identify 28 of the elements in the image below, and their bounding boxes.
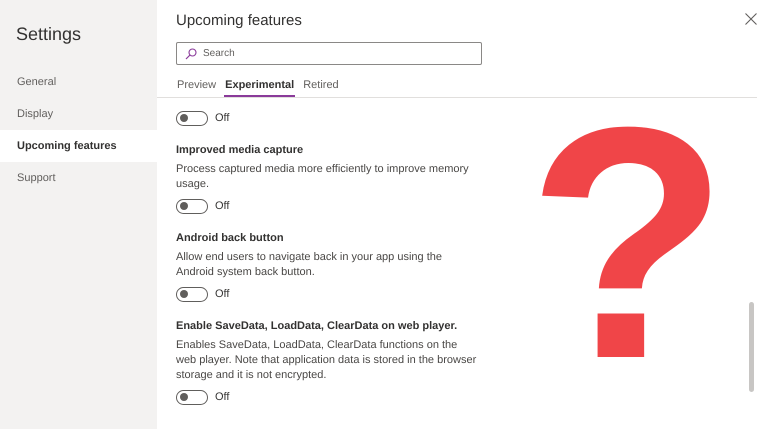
feature-title: Android back button <box>176 232 285 244</box>
scrollbar[interactable] <box>749 302 754 392</box>
sidebar-item[interactable]: Support <box>0 162 157 194</box>
feature-description: Allow end users to navigate back in your app using the Android system back button. <box>176 250 443 280</box>
feature-title: Enable SaveData, LoadData, ClearData on web player. <box>176 320 458 332</box>
tab[interactable]: Experimental <box>224 77 296 97</box>
panel-title: Upcoming features <box>176 12 302 30</box>
toggle-status: Off <box>215 288 230 300</box>
search-icon <box>185 48 197 60</box>
toggle-status: Off <box>215 391 230 403</box>
sidebar-item[interactable]: Display <box>0 98 157 130</box>
feature-description: Enables SaveData, LoadData, ClearData functions on the web player. Note that application data is stored in the browser storage and it is not encrypted. <box>176 338 478 383</box>
toggle-switch[interactable] <box>176 198 208 214</box>
toggle-switch[interactable] <box>176 286 208 302</box>
toggle-switch[interactable] <box>176 110 208 126</box>
tab[interactable]: Preview <box>176 77 218 97</box>
toggle-status: Off <box>215 200 230 212</box>
search-field[interactable]: Search <box>176 42 482 65</box>
toggle-switch[interactable] <box>176 390 208 404</box>
feature-title: Improved media capture <box>176 144 304 156</box>
settings-title: Settings <box>15 24 82 46</box>
question-mark: ? <box>527 98 729 408</box>
sidebar-item[interactable]: Upcoming features <box>0 130 157 162</box>
sidebar-item[interactable]: General <box>0 66 157 98</box>
toggle-status: Off <box>215 112 230 124</box>
tab[interactable]: Retired <box>302 77 340 97</box>
close-icon[interactable] <box>745 13 757 25</box>
feature-description: Process captured media more efficiently to improve memory usage. <box>176 162 470 192</box>
